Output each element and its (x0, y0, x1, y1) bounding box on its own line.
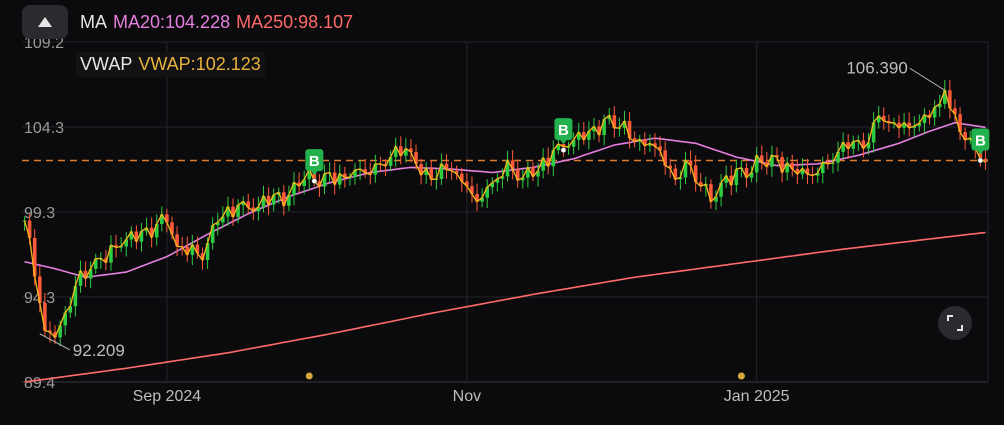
x-tick-label: Nov (453, 388, 481, 405)
ma-label: MA (80, 11, 107, 32)
x-tick-label: Sep 2024 (133, 388, 202, 405)
y-tick-label: 89.4 (24, 375, 55, 392)
candlesticks (22, 80, 988, 347)
vwap-value: VWAP:102.123 (138, 54, 261, 74)
vwap-legend: VWAP VWAP:102.123 (76, 52, 265, 77)
buy-badge-label: B (309, 153, 320, 170)
y-axis-ticks: 109.2104.399.394.389.4 (24, 35, 64, 392)
ma20-value: MA20:104.228 (113, 11, 231, 32)
buy-point (560, 147, 567, 153)
buy-badge-label: B (558, 122, 569, 139)
annotation-leader (909, 67, 946, 91)
y-tick-label: 104.3 (24, 120, 64, 137)
x-tick-label: Jan 2025 (724, 388, 790, 405)
annotations: 106.390 92.209 (39, 58, 946, 360)
ma-legend: MA MA20:104.228 MA250:98.107 (80, 12, 353, 33)
indicator-bar: MA MA20:104.228 MA250:98.107 (22, 4, 353, 40)
fullscreen-button[interactable] (938, 306, 972, 340)
buy-marker[interactable]: B (971, 128, 990, 164)
y-tick-label: 99.3 (24, 205, 55, 222)
ma250-value: MA250:98.107 (236, 11, 354, 32)
annotation-label: 106.390 (846, 58, 907, 77)
buy-badge-label: B (975, 132, 986, 149)
event-dots[interactable] (305, 372, 745, 380)
buy-badge-tip (559, 139, 568, 145)
buy-markers[interactable]: B B B (305, 118, 990, 184)
collapse-button[interactable] (22, 5, 68, 39)
annotation-label: 92.209 (73, 341, 125, 360)
event-dot[interactable] (737, 372, 745, 380)
triangle-up-icon (38, 17, 52, 27)
event-dot[interactable] (305, 372, 313, 380)
vwap-label: VWAP (80, 54, 133, 74)
buy-point (311, 178, 318, 184)
buy-point (977, 157, 984, 164)
fullscreen-icon (947, 315, 963, 331)
x-axis-ticks: Sep 2024 Nov Jan 2025 (133, 388, 790, 405)
